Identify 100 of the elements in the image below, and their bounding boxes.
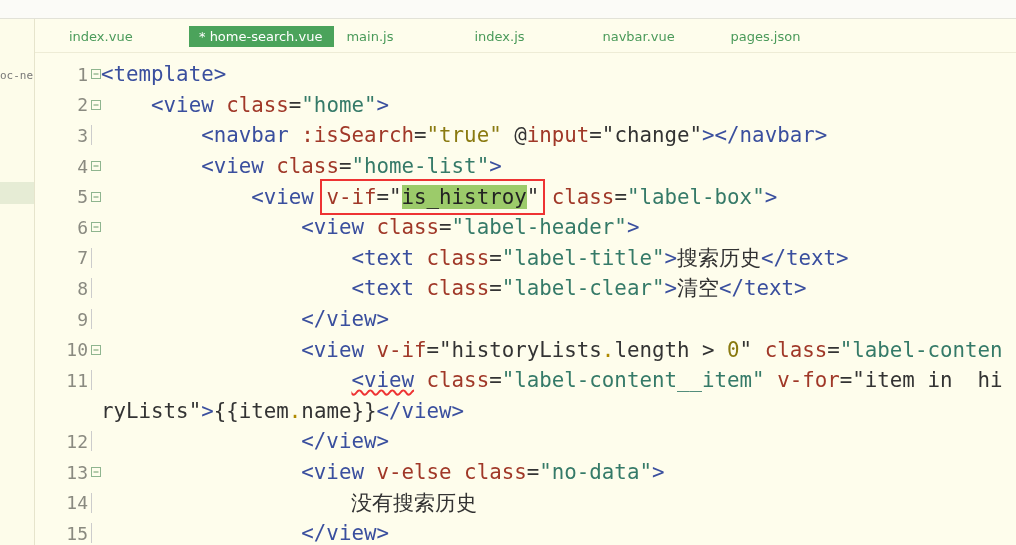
- fold-icon[interactable]: [91, 161, 101, 172]
- fold-icon[interactable]: [91, 191, 101, 202]
- code-token: </text>: [761, 245, 849, 270]
- fold-icon[interactable]: [91, 222, 101, 233]
- fold-icon[interactable]: [91, 344, 101, 355]
- code-token: <text: [350, 276, 415, 301]
- line-number: 15: [66, 522, 88, 544]
- line-number: 6: [77, 216, 88, 238]
- code-token: "label-box": [626, 184, 765, 209]
- code-token: <view: [150, 92, 214, 117]
- code-token: class: [550, 184, 615, 209]
- code-token: "label-conten: [839, 337, 1003, 362]
- code-token: </view>: [300, 307, 389, 332]
- code-token: {{item: [213, 398, 289, 423]
- code-token: "no-data": [539, 460, 652, 484]
- code-token: class: [463, 460, 527, 484]
- code-token: =: [614, 184, 627, 209]
- code-token: class: [763, 337, 828, 362]
- code-token: class: [425, 368, 490, 393]
- code-token: =: [439, 215, 452, 240]
- code-token: >: [651, 460, 665, 484]
- fold-icon[interactable]: [91, 99, 101, 110]
- code-token: is_histroy: [401, 184, 527, 209]
- code-token: =: [489, 245, 502, 270]
- code-token: "true": [426, 123, 502, 148]
- code-token: ": [526, 184, 540, 209]
- code-token: =: [827, 337, 840, 362]
- code-token: =: [526, 460, 540, 484]
- code-token: 没有搜索历史: [350, 489, 478, 517]
- code-token: >: [201, 398, 214, 423]
- file-tab[interactable]: * home-search.vue: [189, 25, 335, 47]
- code-token: =: [414, 123, 427, 148]
- code-token: v-else: [375, 460, 452, 484]
- file-tab[interactable]: index.js: [466, 25, 533, 47]
- code-token: "home-list": [351, 154, 490, 179]
- code-token: "label-clear": [501, 276, 665, 301]
- code-token: =: [489, 368, 502, 393]
- code-token: =: [288, 92, 302, 117]
- line-number: 1: [77, 63, 88, 85]
- code-token: <navbar: [200, 123, 289, 148]
- code-token: ": [739, 337, 753, 362]
- code-token: "label-title": [501, 245, 665, 270]
- line-number: 12: [66, 430, 88, 452]
- line-number: 13: [66, 461, 88, 483]
- code-token: <view: [200, 154, 264, 179]
- code-token: >: [626, 215, 640, 240]
- code-token: >: [489, 154, 502, 179]
- code-token: <view: [300, 460, 364, 484]
- code-token: 0: [727, 337, 740, 362]
- line-number: 8: [77, 277, 88, 299]
- line-number: 5: [77, 186, 88, 208]
- code-token: <template>: [101, 62, 227, 87]
- code-token: >: [664, 276, 677, 301]
- line-number: 14: [66, 492, 88, 514]
- code-token: "home": [301, 92, 377, 117]
- code-token: input: [526, 123, 590, 148]
- code-token: <view: [350, 368, 415, 393]
- file-tab[interactable]: navbar.vue: [594, 25, 683, 47]
- code-token: =": [376, 184, 402, 209]
- code-token: ="item in hi: [839, 368, 1003, 393]
- line-number: 3: [77, 125, 88, 146]
- code-token: </view>: [300, 429, 389, 454]
- code-token: class: [275, 154, 339, 179]
- code-token: 清空: [677, 275, 719, 303]
- code-token: "label-header": [451, 215, 627, 240]
- code-token: =: [489, 276, 502, 301]
- code-token: v-if: [375, 337, 427, 362]
- code-token: length >: [614, 337, 716, 362]
- code-token: >: [376, 92, 389, 117]
- code-token: >: [764, 184, 778, 209]
- code-token: >: [664, 245, 677, 270]
- line-number: 10: [66, 339, 88, 361]
- code-token: v-for: [776, 368, 840, 393]
- code-token: 搜索历史: [677, 244, 761, 272]
- file-tab[interactable]: pages.json: [722, 25, 809, 47]
- line-number: 9: [77, 308, 88, 330]
- line-number: 2: [77, 94, 88, 116]
- code-token: <view: [300, 215, 364, 240]
- code-token: class: [425, 276, 490, 301]
- file-tab[interactable]: main.js: [338, 25, 402, 47]
- code-token: </text>: [719, 276, 807, 301]
- file-tab[interactable]: index.vue: [61, 25, 141, 47]
- code-token: ryLists": [101, 398, 202, 423]
- code-token: =: [338, 154, 352, 179]
- code-token: "label-content__item": [501, 368, 765, 393]
- code-token: <view: [300, 337, 364, 362]
- code-token: ="historyLists: [426, 337, 602, 362]
- code-token: .: [601, 337, 615, 362]
- sidebar-item[interactable]: oc-ne: [0, 69, 34, 82]
- code-token: name}}: [301, 398, 377, 423]
- code-token: </view>: [376, 398, 465, 423]
- fold-icon[interactable]: [91, 69, 101, 80]
- code-token: v-if: [326, 184, 377, 209]
- code-token: <text: [350, 245, 415, 270]
- code-token: class: [375, 215, 440, 240]
- fold-icon[interactable]: [91, 467, 101, 477]
- code-token: <view: [250, 184, 315, 209]
- code-token: ="change": [589, 123, 703, 148]
- code-token: class: [225, 92, 289, 117]
- code-token: :isSearch: [300, 123, 415, 148]
